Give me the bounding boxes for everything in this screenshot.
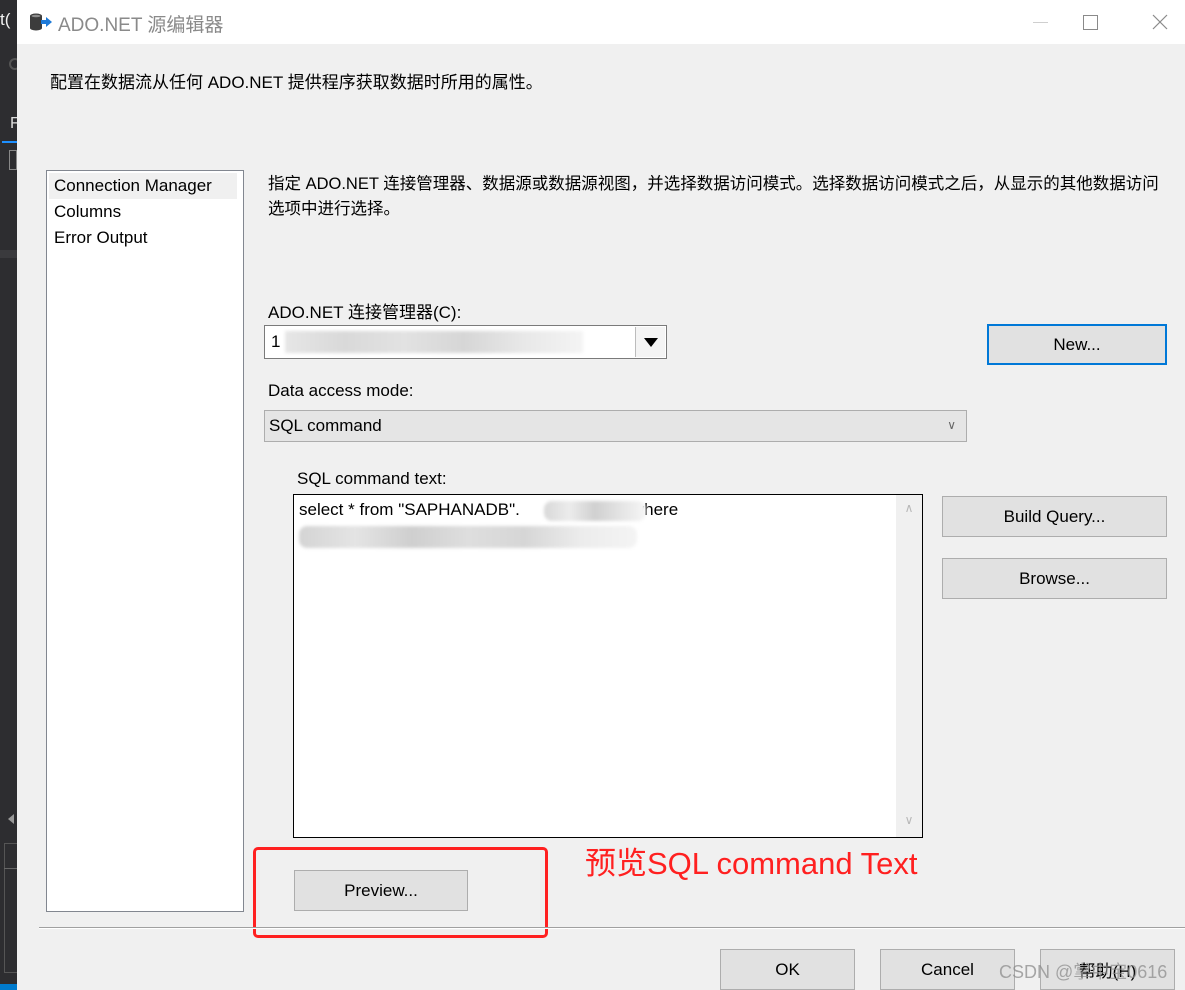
- help-button[interactable]: 帮助(H): [1040, 949, 1175, 990]
- ide-search-icon: [9, 58, 17, 70]
- sql-command-text-label: SQL command text:: [297, 469, 447, 488]
- ide-panel-divider: [4, 868, 17, 869]
- annotation-text: 预览SQL command Text: [585, 846, 918, 881]
- footer-separator: [39, 927, 1185, 929]
- minimize-button[interactable]: [1017, 0, 1063, 44]
- window-title: ADO.NET 源编辑器: [58, 15, 224, 36]
- close-button[interactable]: [1137, 0, 1183, 44]
- ide-panel: [4, 843, 17, 973]
- connection-manager-combo[interactable]: 1: [264, 325, 667, 359]
- maximize-button[interactable]: [1067, 0, 1113, 44]
- ide-toolbox-icon: [9, 150, 17, 170]
- page-description: 指定 ADO.NET 连接管理器、数据源或数据源视图，并选择数据访问模式。选择数…: [268, 175, 1159, 218]
- data-access-mode-value: SQL command: [269, 416, 382, 435]
- connection-dropdown-button[interactable]: [635, 327, 665, 357]
- ide-divider: [0, 250, 17, 258]
- ide-status-bar: [0, 984, 17, 990]
- page-nav-list[interactable]: Connection Manager Columns Error Output: [46, 170, 244, 912]
- maximize-icon: [1082, 14, 1098, 30]
- redacted-where-clause: [299, 526, 637, 548]
- sql-textarea-scrollbar[interactable]: ∧ ∨: [896, 495, 922, 837]
- connection-manager-label: ADO.NET 连接管理器(C):: [268, 303, 462, 322]
- nav-item-error-output[interactable]: Error Output: [49, 225, 237, 251]
- nav-item-columns[interactable]: Columns: [49, 199, 237, 225]
- dropdown-arrow-icon: [643, 337, 658, 347]
- browse-button[interactable]: Browse...: [942, 558, 1167, 599]
- close-icon: [1152, 14, 1168, 30]
- nav-item-connection-manager[interactable]: Connection Manager: [49, 173, 237, 199]
- sql-command-textarea[interactable]: select * from "SAPHANADB". where ∧ ∨: [293, 494, 923, 838]
- ide-tab: F: [2, 115, 17, 143]
- ado-net-source-editor-dialog: ADO.NET 源编辑器 配置在数据流从任何 ADO.NET 提供程序获取数据时…: [17, 0, 1185, 990]
- sql-text-prefix: select * from "SAPHANADB".: [299, 500, 520, 519]
- cancel-button[interactable]: Cancel: [880, 949, 1015, 990]
- ide-code-text: t(: [0, 10, 11, 29]
- new-connection-button[interactable]: New...: [987, 324, 1167, 365]
- annotation-highlight-box: [253, 847, 548, 938]
- ok-button[interactable]: OK: [720, 949, 855, 990]
- chevron-down-icon: ∨: [947, 418, 956, 432]
- minimize-icon: [1032, 21, 1048, 23]
- redacted-table-name: [544, 501, 646, 521]
- build-query-button[interactable]: Build Query...: [942, 496, 1167, 537]
- ado-net-source-icon: [29, 12, 53, 32]
- data-access-mode-label: Data access mode:: [268, 381, 414, 400]
- data-access-mode-select[interactable]: SQL command ∨: [264, 410, 967, 442]
- scroll-up-icon[interactable]: ∧: [896, 501, 922, 523]
- ide-scroll-left-icon: [8, 814, 14, 824]
- background-ide-window: t( F: [0, 0, 17, 990]
- dialog-intro-text: 配置在数据流从任何 ADO.NET 提供程序获取数据时所用的属性。: [50, 73, 543, 92]
- connection-manager-value: 1: [271, 332, 281, 351]
- redacted-connection-name: [285, 331, 583, 353]
- title-bar[interactable]: ADO.NET 源编辑器: [17, 0, 1185, 44]
- scroll-down-icon[interactable]: ∨: [896, 813, 922, 835]
